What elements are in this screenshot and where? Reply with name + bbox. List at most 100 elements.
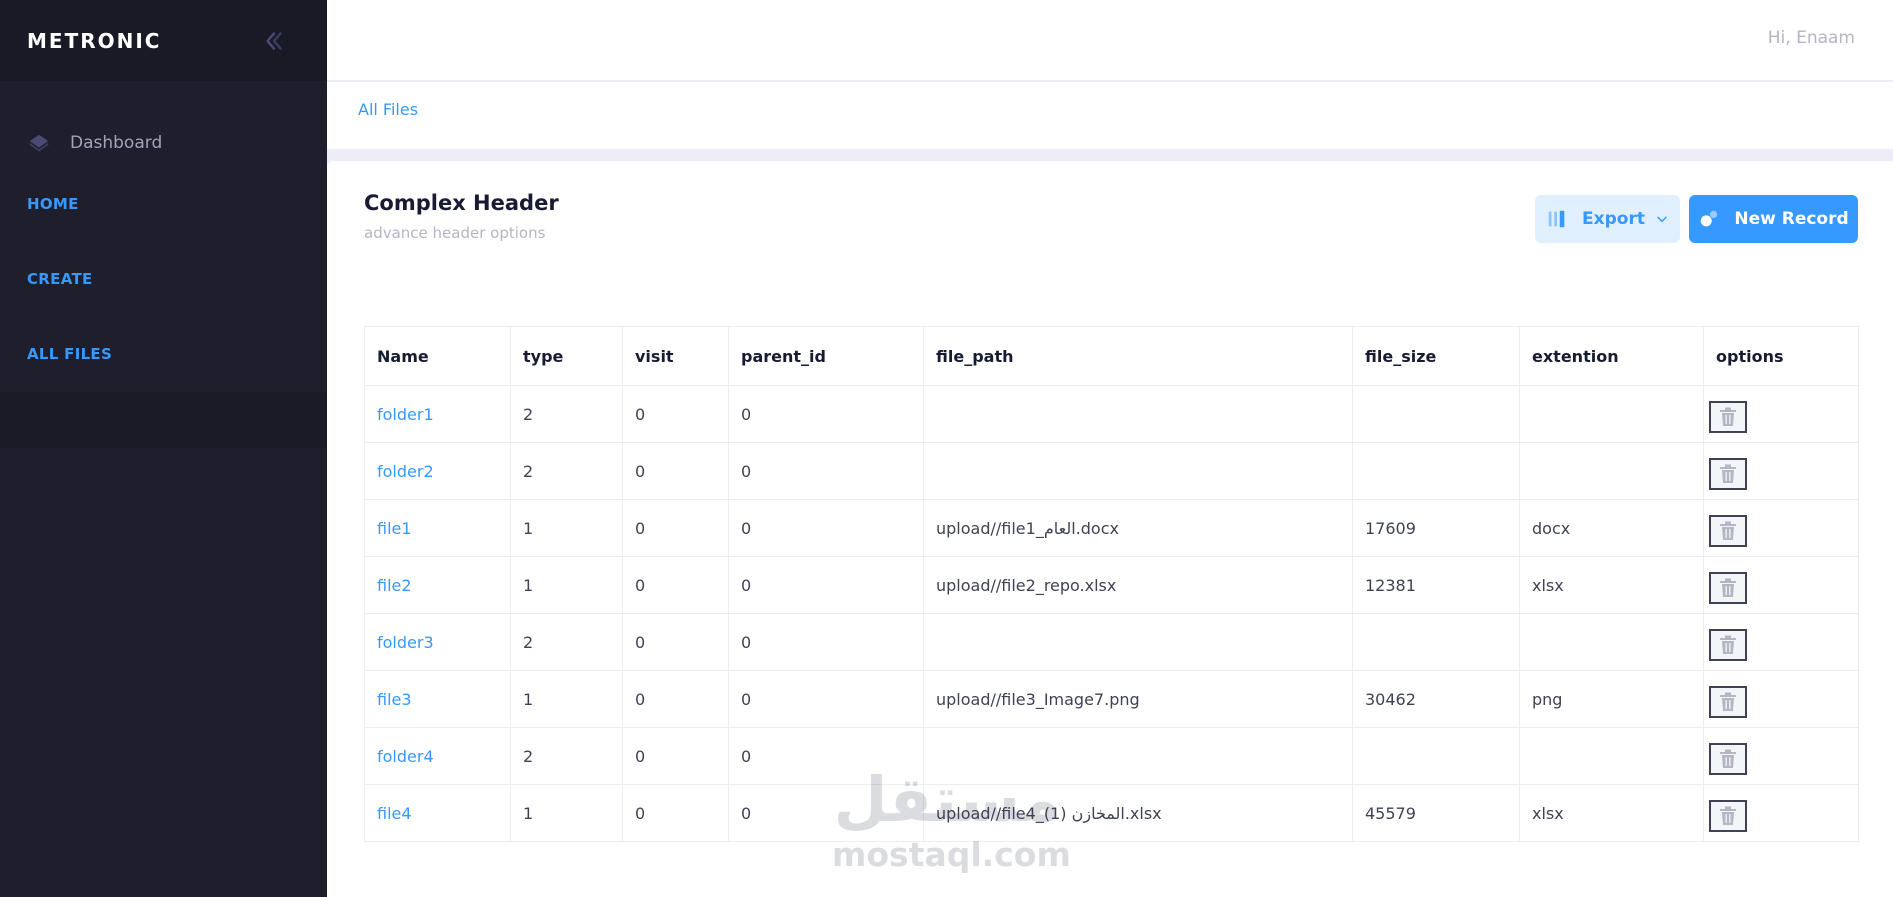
cell-name[interactable]: file3	[364, 670, 511, 728]
column-header[interactable]: parent_id	[728, 326, 924, 386]
double-chevron-left-icon[interactable]	[261, 28, 287, 54]
cell-type: 1	[510, 670, 623, 728]
content-card: Complex Header advance header options Ex…	[327, 161, 1893, 897]
cell-extention	[1519, 613, 1704, 671]
column-header[interactable]: Name	[364, 326, 511, 386]
table-row: folder2 2 0 0	[364, 442, 1859, 500]
column-header[interactable]: file_size	[1352, 326, 1520, 386]
cell-parent-id: 0	[728, 556, 924, 614]
column-header[interactable]: options	[1703, 326, 1859, 386]
delete-button[interactable]	[1709, 686, 1747, 718]
cell-type: 2	[510, 385, 623, 443]
cell-file-size	[1352, 442, 1520, 500]
sidebar-item-dashboard[interactable]: Dashboard	[0, 119, 327, 167]
table-row: folder1 2 0 0	[364, 385, 1859, 443]
cell-file-size: 12381	[1352, 556, 1520, 614]
cell-type: 1	[510, 556, 623, 614]
sidebar: METRONIC Dashboard HOME CREATE ALL FILES	[0, 0, 327, 897]
cell-file-size	[1352, 385, 1520, 443]
cell-parent-id: 0	[728, 442, 924, 500]
sidebar-spacer	[0, 392, 327, 448]
export-icon	[1548, 210, 1565, 228]
cell-visit: 0	[622, 727, 729, 785]
cell-extention: xlsx	[1519, 784, 1704, 842]
table-row: file2 1 0 0 upload//file2_repo.xlsx 12381 xlsx	[364, 556, 1859, 614]
sidebar-item-all-files[interactable]: ALL FILES	[0, 317, 327, 392]
cell-name[interactable]: folder2	[364, 442, 511, 500]
subheader: All Files	[327, 82, 1893, 149]
cell-extention	[1519, 385, 1704, 443]
mostaql-watermark: مستقل mostaql.com	[832, 763, 1071, 885]
cell-options	[1703, 613, 1859, 671]
cell-parent-id: 0	[728, 499, 924, 557]
export-button-label: Export	[1582, 209, 1645, 229]
column-header[interactable]: type	[510, 326, 623, 386]
cell-type: 2	[510, 727, 623, 785]
cell-parent-id: 0	[728, 670, 924, 728]
delete-button[interactable]	[1709, 743, 1747, 775]
cell-type: 1	[510, 784, 623, 842]
delete-button[interactable]	[1709, 458, 1747, 490]
cell-file-size: 45579	[1352, 784, 1520, 842]
delete-button[interactable]	[1709, 401, 1747, 433]
sidebar-item-create[interactable]: CREATE	[0, 242, 327, 317]
brand-logo[interactable]: METRONIC	[27, 29, 161, 53]
cell-type: 2	[510, 442, 623, 500]
new-record-icon	[1701, 210, 1718, 227]
table-row: folder3 2 0 0	[364, 613, 1859, 671]
trash-icon	[1720, 806, 1736, 825]
breadcrumb-all-files[interactable]: All Files	[358, 100, 418, 119]
cell-extention	[1519, 727, 1704, 785]
delete-button[interactable]	[1709, 572, 1747, 604]
sidebar-item-home[interactable]: HOME	[0, 167, 327, 242]
cell-options	[1703, 442, 1859, 500]
cell-file-path	[923, 613, 1353, 671]
trash-icon	[1720, 692, 1736, 711]
cell-name[interactable]: folder1	[364, 385, 511, 443]
cell-options	[1703, 670, 1859, 728]
cell-type: 1	[510, 499, 623, 557]
delete-button[interactable]	[1709, 629, 1747, 661]
cell-name[interactable]: file1	[364, 499, 511, 557]
cell-visit: 0	[622, 385, 729, 443]
user-greeting[interactable]: Hi, Enaam	[1768, 28, 1855, 48]
column-header[interactable]: extention	[1519, 326, 1704, 386]
cell-file-size: 30462	[1352, 670, 1520, 728]
cell-visit: 0	[622, 613, 729, 671]
files-table: Name type visit parent_id file_path file_size…	[364, 326, 1859, 842]
cell-name[interactable]: file4	[364, 784, 511, 842]
trash-icon	[1720, 578, 1736, 597]
cell-options	[1703, 499, 1859, 557]
trash-icon	[1720, 464, 1736, 483]
cell-name[interactable]: folder4	[364, 727, 511, 785]
column-header[interactable]: visit	[622, 326, 729, 386]
cell-parent-id: 0	[728, 385, 924, 443]
table-row: file4 1 0 0 upload//file4_المخازن (1).xlsx 45…	[364, 784, 1859, 842]
cell-file-size	[1352, 727, 1520, 785]
cell-extention: docx	[1519, 499, 1704, 557]
cell-visit: 0	[622, 556, 729, 614]
column-header[interactable]: file_path	[923, 326, 1353, 386]
cell-visit: 0	[622, 670, 729, 728]
export-button[interactable]: Export	[1535, 195, 1680, 243]
sidebar-item-label: Dashboard	[70, 133, 163, 153]
delete-button[interactable]	[1709, 800, 1747, 832]
new-record-button[interactable]: New Record	[1689, 195, 1858, 243]
cell-file-path: upload//file1_العام.docx	[923, 499, 1353, 557]
cell-extention: png	[1519, 670, 1704, 728]
cell-type: 2	[510, 613, 623, 671]
watermark-arabic-text: مستقل	[833, 763, 1061, 836]
trash-icon	[1720, 635, 1736, 654]
delete-button[interactable]	[1709, 515, 1747, 547]
cell-parent-id: 0	[728, 613, 924, 671]
watermark-latin-text: mostaql.com	[832, 835, 1071, 874]
cell-name[interactable]: folder3	[364, 613, 511, 671]
cell-extention: xlsx	[1519, 556, 1704, 614]
files-table-wrapper: Name type visit parent_id file_path file_size…	[364, 326, 1859, 842]
card-title: Complex Header	[364, 191, 559, 215]
cell-name[interactable]: file2	[364, 556, 511, 614]
cell-file-path: upload//file2_repo.xlsx	[923, 556, 1353, 614]
cell-file-size	[1352, 613, 1520, 671]
table-header-row: Name type visit parent_id file_path file_size…	[364, 326, 1859, 386]
cell-file-path	[923, 385, 1353, 443]
